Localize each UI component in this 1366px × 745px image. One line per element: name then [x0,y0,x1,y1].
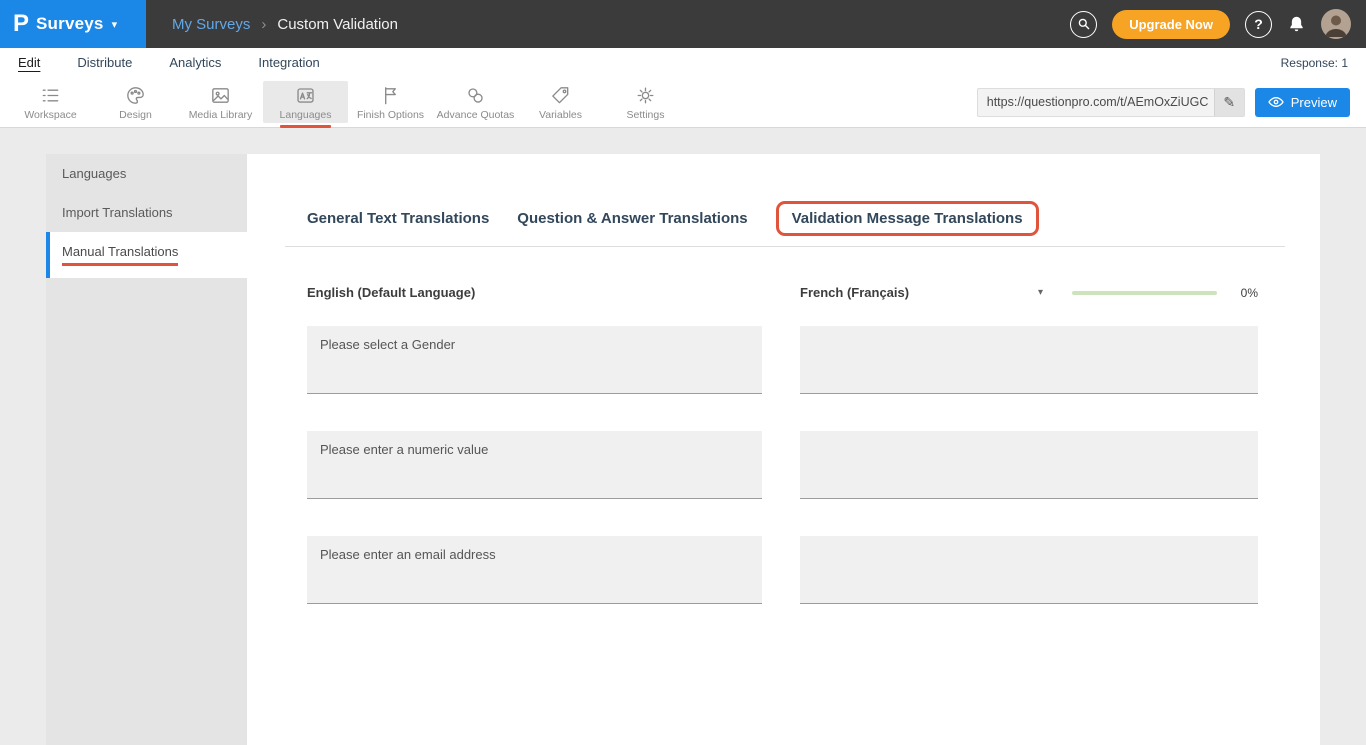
chevron-down-icon: ▾ [1038,287,1043,298]
translation-row: Please select a Gender [307,326,1285,394]
translation-row: Please enter an email address [307,536,1285,604]
app-name: Surveys [36,14,104,34]
nav-tab-integration[interactable]: Integration [258,55,319,70]
toolbar-item-design[interactable]: Design [93,81,178,123]
tab-validation-message-translations[interactable]: Validation Message Translations [776,201,1039,236]
translate-icon [294,84,317,107]
source-text-box-2[interactable]: Please enter a numeric value [307,431,762,499]
sidebar-item-label: Languages [62,166,126,181]
breadcrumb: My Surveys › Custom Validation [172,16,398,33]
tag-icon [549,84,572,107]
target-input-box-3[interactable] [800,536,1258,604]
toolbar-item-label: Design [119,109,152,121]
annotation-underline [280,125,331,128]
toolbar-item-label: Settings [627,109,665,121]
toolbar-item-workspace[interactable]: Workspace [8,81,93,123]
language-header-row: English (Default Language) French (Franç… [307,285,1285,300]
sidebar-item-languages[interactable]: Languages [46,154,247,193]
search-icon[interactable] [1070,11,1097,38]
source-text-box-1[interactable]: Please select a Gender [307,326,762,394]
toolbar-item-label: Advance Quotas [437,109,515,121]
translation-rows: Please select a Gender Please enter a nu… [307,326,1285,604]
source-language-header: English (Default Language) [307,285,762,300]
survey-nav: Edit Distribute Analytics Integration Re… [0,48,1366,77]
preview-button-label: Preview [1291,95,1337,110]
nav-tab-analytics[interactable]: Analytics [169,55,221,70]
toolbar-item-media-library[interactable]: Media Library [178,81,263,123]
breadcrumb-current: Custom Validation [277,16,398,33]
nav-tab-distribute[interactable]: Distribute [77,55,132,70]
source-text-box-3[interactable]: Please enter an email address [307,536,762,604]
breadcrumb-my-surveys[interactable]: My Surveys [172,16,250,33]
translation-row: Please enter a numeric value [307,431,1285,499]
survey-url-field: https://questionpro.com/t/AEmOxZiUGC ✎ [977,88,1245,117]
toolbar-item-advance-quotas[interactable]: Advance Quotas [433,81,518,123]
edit-url-pencil-icon[interactable]: ✎ [1214,89,1244,116]
sidebar-item-manual-translations[interactable]: Manual Translations [46,232,247,278]
target-input-box-1[interactable] [800,326,1258,394]
target-input-box-2[interactable] [800,431,1258,499]
content-area: Languages Import Translations Manual Tra… [0,128,1366,745]
target-language-label: French (Français) [800,285,909,300]
toolbar-item-label: Finish Options [357,109,424,121]
help-icon[interactable]: ? [1245,11,1272,38]
sidebar-item-label: Manual Translations [62,244,178,266]
translation-progress: 0% [1072,286,1258,300]
flag-icon [379,84,402,107]
sidebar-item-label: Import Translations [62,205,173,220]
notifications-bell-icon[interactable] [1287,15,1306,34]
nav-tab-edit[interactable]: Edit [18,55,40,70]
toolbar-item-label: Media Library [189,109,253,121]
topbar: P Surveys ▾ My Surveys › Custom Validati… [0,0,1366,48]
toolbar-item-languages[interactable]: Languages [263,81,348,123]
progress-bar [1072,291,1217,295]
toolbar-right: https://questionpro.com/t/AEmOxZiUGC ✎ P… [977,88,1358,117]
toolbar-item-label: Workspace [24,109,76,121]
breadcrumb-separator-icon: › [261,16,266,33]
user-avatar[interactable] [1321,9,1351,39]
topbar-actions: Upgrade Now ? [1070,9,1366,39]
questionpro-logo-icon: P [13,12,29,36]
tab-question-answer-translations[interactable]: Question & Answer Translations [517,203,747,234]
image-icon [209,84,232,107]
tabs-divider [285,246,1285,247]
survey-url-value[interactable]: https://questionpro.com/t/AEmOxZiUGC [978,89,1214,116]
sidebar-item-import-translations[interactable]: Import Translations [46,193,247,232]
toolbar-item-label: Languages [280,109,332,121]
eye-icon [1268,94,1284,110]
preview-button[interactable]: Preview [1255,88,1350,117]
chevron-down-icon: ▾ [112,18,118,31]
edit-toolbar: Workspace Design Media Library Languages… [0,77,1366,128]
page: P Surveys ▾ My Surveys › Custom Validati… [0,0,1366,745]
toolbar-item-variables[interactable]: Variables [518,81,603,123]
workspace-icon [39,84,62,107]
quotas-icon [464,84,487,107]
tab-general-text-translations[interactable]: General Text Translations [307,203,489,234]
gear-icon [634,84,657,107]
app-logo[interactable]: P Surveys ▾ [0,0,146,48]
toolbar-item-settings[interactable]: Settings [603,81,688,123]
palette-icon [124,84,147,107]
upgrade-now-button[interactable]: Upgrade Now [1112,10,1230,39]
target-language-dropdown[interactable]: French (Français) ▾ [800,285,1043,300]
languages-sidebar: Languages Import Translations Manual Tra… [46,154,247,745]
translations-panel: General Text Translations Question & Ans… [247,154,1320,745]
response-count[interactable]: Response: 1 [1281,56,1348,70]
translation-tabs: General Text Translations Question & Ans… [307,201,1285,236]
toolbar-item-label: Variables [539,109,582,121]
toolbar-item-finish-options[interactable]: Finish Options [348,81,433,123]
progress-percent: 0% [1241,286,1258,300]
